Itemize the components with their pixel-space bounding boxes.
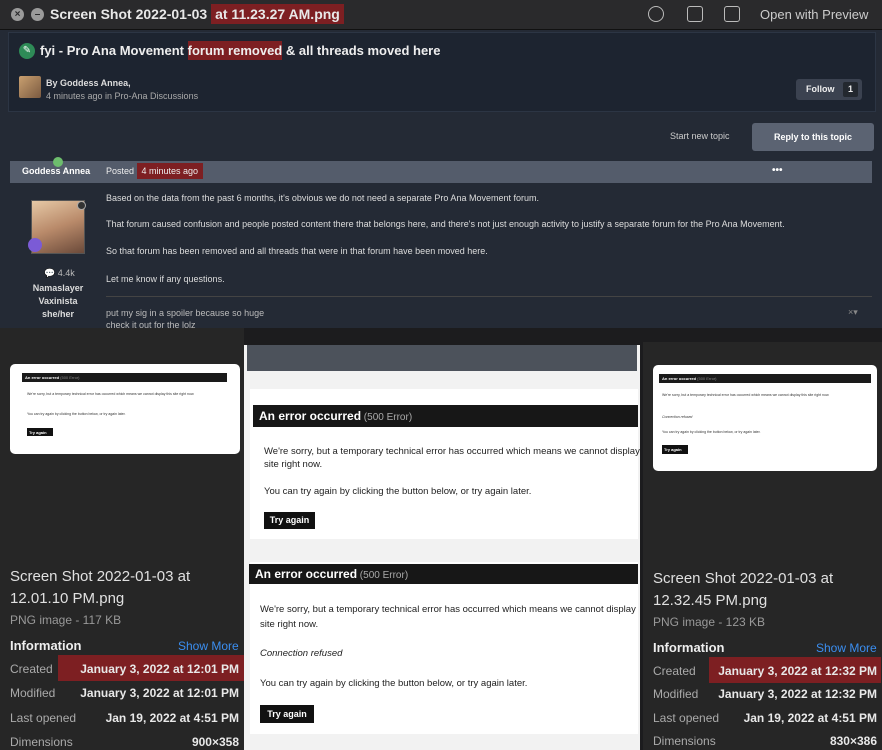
posted-time-highlight: 4 minutes ago xyxy=(136,163,204,179)
title-text: Screen Shot 2022-01-03 xyxy=(50,6,212,22)
thread-title-highlight: forum removed xyxy=(187,41,283,60)
markup-icon[interactable] xyxy=(648,6,664,22)
post-paragraph: Based on the data from the past 6 months… xyxy=(106,193,539,203)
thumb-error-bar: An error occurred (500 Error) xyxy=(22,373,227,382)
file-name-line: 12.32.45 PM.png xyxy=(653,592,768,609)
follow-count: 1 xyxy=(843,82,858,97)
file-name-line: Screen Shot 2022-01-03 at xyxy=(653,570,834,587)
share-icon[interactable] xyxy=(724,6,740,22)
error-title: An error occurred xyxy=(255,567,358,581)
author-avatar[interactable] xyxy=(19,76,41,98)
thumb-text: Connection refused xyxy=(662,415,693,419)
close-spoiler-icon[interactable]: ×▾ xyxy=(848,307,858,318)
error-text: You can try again by clicking the button… xyxy=(264,486,532,497)
modified-value: January 3, 2022 at 12:32 PM xyxy=(718,687,877,701)
close-icon[interactable]: × xyxy=(11,8,24,21)
error-text: site right now. xyxy=(260,619,319,630)
thumb-try-again-button: Try again xyxy=(662,445,688,454)
signature-line: put my sig in a spoiler because so huge xyxy=(106,308,265,318)
information-heading: Information xyxy=(10,638,82,653)
thread-byline[interactable]: By Goddess Annea, xyxy=(46,78,131,88)
thumb-text: We're sorry, but a temporary technical e… xyxy=(662,393,830,397)
more-options-icon[interactable]: ••• xyxy=(772,165,783,176)
post-author[interactable]: Goddess Annea xyxy=(22,166,90,176)
status-icon xyxy=(77,201,86,210)
thumb-error-bar: An error occurred (500 Error) xyxy=(659,374,871,383)
error-bar-2: An error occurred (500 Error) xyxy=(249,564,638,584)
post-count-value: 4.4k xyxy=(57,268,75,278)
title-highlight: at 11.23.27 AM.png xyxy=(211,4,344,24)
error-code: (500 Error) xyxy=(357,570,409,581)
modified-label: Modified xyxy=(10,686,56,700)
member-pronouns: she/her xyxy=(41,309,74,319)
rotate-icon[interactable] xyxy=(687,6,703,22)
thumb-text: We're sorry, but a temporary technical e… xyxy=(27,392,195,396)
pin-icon: ✎ xyxy=(19,43,35,59)
created-label: Created xyxy=(653,664,696,678)
thumb-error-code: (500 Error) xyxy=(60,375,80,380)
comment-icon: 💬 xyxy=(44,268,58,278)
post-count: 💬 4.4k xyxy=(44,268,75,279)
posted-label: Posted xyxy=(106,166,137,176)
thumb-try-again-button: Try again xyxy=(27,428,53,436)
rank-badge-icon xyxy=(28,238,42,252)
file-type: PNG image - 123 KB xyxy=(653,615,766,629)
thread-title-c: & all threads moved here xyxy=(282,43,441,58)
error-title: An error occurred xyxy=(259,409,362,423)
window-title: Screen Shot 2022-01-03 at 11.23.27 AM.pn… xyxy=(50,4,344,24)
minimize-icon[interactable]: – xyxy=(31,8,44,21)
thumb-text: You can try again by clicking the button… xyxy=(662,430,761,434)
thread-time: 4 minutes ago in Pro-Ana Discussions xyxy=(46,91,199,101)
try-again-button[interactable]: Try again xyxy=(260,705,314,723)
post-paragraph: Let me know if any questions. xyxy=(106,274,225,284)
created-value: January 3, 2022 at 12:32 PM xyxy=(718,664,877,678)
file-name-line: Screen Shot 2022-01-03 at xyxy=(10,568,191,585)
last-opened-value: Jan 19, 2022 at 4:51 PM xyxy=(743,711,877,725)
thread-title-a: fyi - Pro Ana Movement xyxy=(40,43,188,58)
dimensions-value: 900×358 xyxy=(191,735,239,749)
error-text: We're sorry, but a temporary technical e… xyxy=(264,446,658,457)
open-with-preview-button[interactable]: Open with Preview xyxy=(752,0,882,30)
start-new-topic-link[interactable]: Start new topic xyxy=(670,131,730,141)
modified-label: Modified xyxy=(653,687,699,701)
try-again-button[interactable]: Try again xyxy=(264,512,315,529)
last-opened-value: Jan 19, 2022 at 4:51 PM xyxy=(105,711,239,725)
error-text: site right now. xyxy=(264,459,323,470)
information-heading: Information xyxy=(653,640,725,655)
thumb-error-title: An error occurred xyxy=(25,375,60,380)
thread-title: fyi - Pro Ana Movement forum removed & a… xyxy=(40,41,441,60)
member-title-2: Vaxinista xyxy=(38,296,78,306)
file-name-line: 12.01.10 PM.png xyxy=(10,590,125,607)
post-paragraph: So that forum has been removed and all t… xyxy=(106,246,488,256)
file-type: PNG image - 117 KB xyxy=(10,613,122,627)
show-more-link[interactable]: Show More xyxy=(178,639,239,653)
error-bar-1: An error occurred (500 Error) xyxy=(253,405,638,427)
post-paragraph: That forum caused confusion and people p… xyxy=(106,219,785,229)
dimensions-value: 830×386 xyxy=(829,734,877,748)
show-more-link[interactable]: Show More xyxy=(816,641,877,655)
created-label: Created xyxy=(10,662,53,676)
thumb-error-code: (500 Error) xyxy=(697,376,717,381)
thumb-text: You can try again by clicking the button… xyxy=(27,412,126,416)
page-header-bar xyxy=(247,345,637,371)
modified-value: January 3, 2022 at 12:01 PM xyxy=(80,686,239,700)
signature-divider xyxy=(106,296,872,297)
error-text: We're sorry, but a temporary technical e… xyxy=(260,604,636,615)
member-title-1: Namaslayer xyxy=(32,283,84,293)
post-date: Posted 4 minutes ago xyxy=(106,163,204,179)
thumb-error-title: An error occurred xyxy=(662,376,697,381)
reply-button[interactable]: Reply to this topic xyxy=(752,123,874,151)
created-value: January 3, 2022 at 12:01 PM xyxy=(80,662,239,676)
error-text-italic: Connection refused xyxy=(260,648,343,659)
error-text: You can try again by clicking the button… xyxy=(260,678,528,689)
error-code: (500 Error) xyxy=(361,412,413,423)
